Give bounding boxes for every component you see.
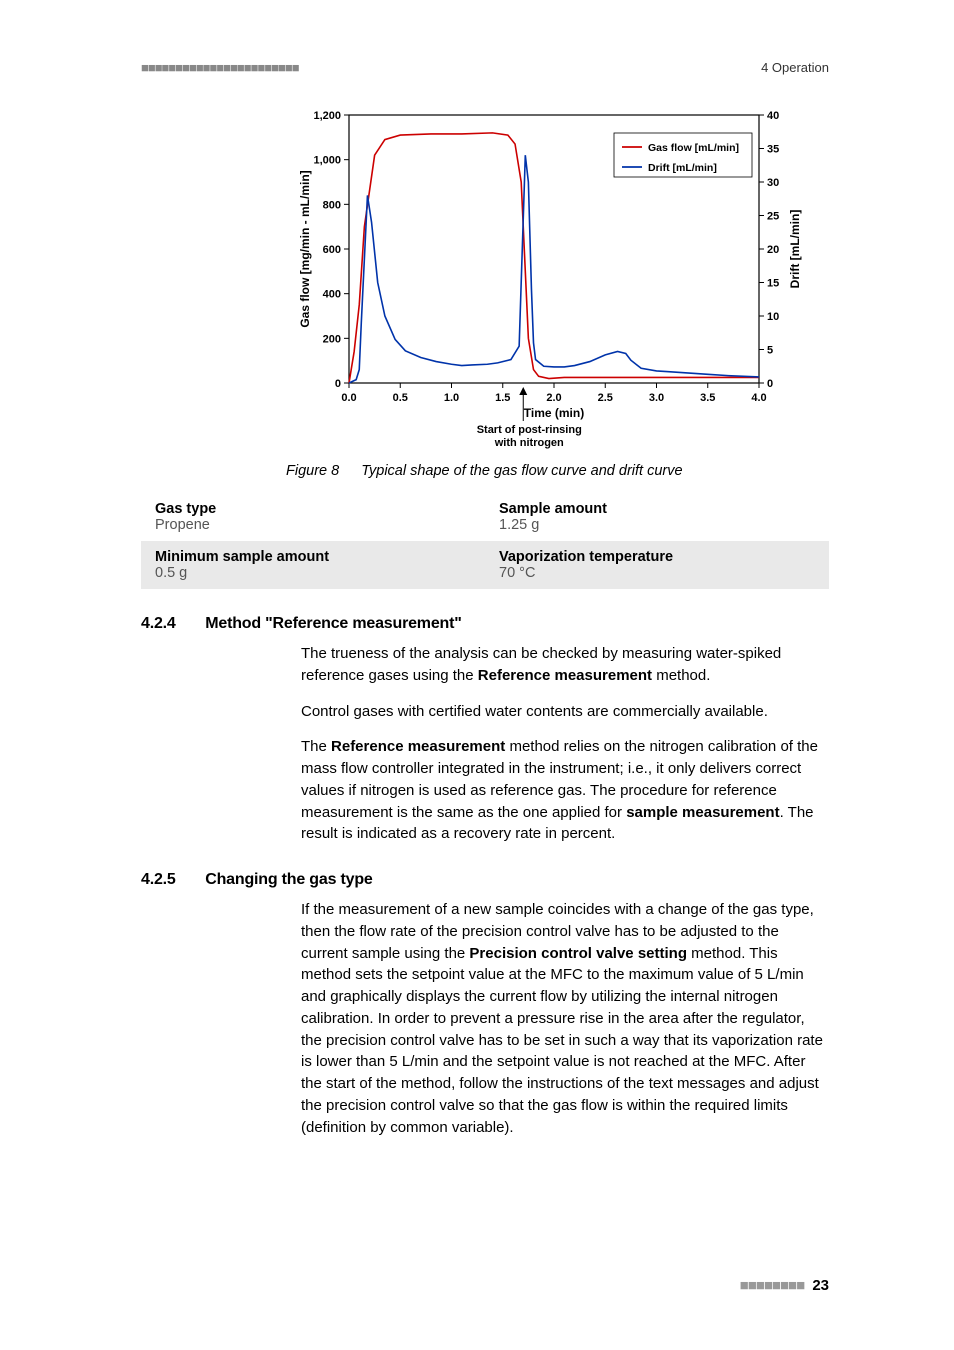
svg-text:3.5: 3.5: [700, 392, 715, 404]
section-424-num: 4.2.4: [141, 615, 201, 633]
svg-text:1,000: 1,000: [313, 155, 341, 167]
svg-text:5: 5: [767, 345, 773, 357]
s424-p2: Control gases with certified water conte…: [301, 701, 829, 723]
vap-temp-label: Vaporization temperature: [499, 549, 819, 565]
svg-text:20: 20: [767, 244, 779, 256]
figure-label: Figure 8: [286, 463, 339, 479]
svg-text:Start of post-rinsing: Start of post-rinsing: [477, 424, 582, 436]
section-label: 4 Operation: [761, 60, 829, 75]
svg-text:2.5: 2.5: [598, 392, 613, 404]
svg-text:400: 400: [323, 289, 341, 301]
section-425-heading: Changing the gas type: [205, 871, 372, 888]
page-header: ■■■■■■■■■■■■■■■■■■■■■■■ 4 Operation: [141, 60, 829, 75]
section-425-title: 4.2.5 Changing the gas type: [141, 871, 829, 889]
section-424-title: 4.2.4 Method "Reference measurement": [141, 615, 829, 633]
svg-text:1,200: 1,200: [313, 110, 341, 122]
svg-text:40: 40: [767, 110, 779, 122]
svg-text:0: 0: [767, 378, 773, 390]
header-dots: ■■■■■■■■■■■■■■■■■■■■■■■: [141, 60, 299, 75]
section-424-heading: Method "Reference measurement": [205, 615, 461, 632]
sample-amount-label: Sample amount: [499, 501, 819, 517]
s424-p3: The Reference measurement method relies …: [301, 736, 829, 845]
svg-text:10: 10: [767, 311, 779, 323]
svg-text:800: 800: [323, 199, 341, 211]
svg-text:Gas flow [mL/min]: Gas flow [mL/min]: [648, 142, 739, 154]
svg-text:1.0: 1.0: [444, 392, 459, 404]
s425-p1: If the measurement of a new sample coinc…: [301, 899, 829, 1138]
page-number: 23: [812, 1277, 829, 1294]
svg-text:200: 200: [323, 333, 341, 345]
sample-amount-cell: Sample amount 1.25 g: [485, 493, 829, 541]
section-425: 4.2.5 Changing the gas type If the measu…: [141, 871, 829, 1138]
svg-text:1.5: 1.5: [495, 392, 510, 404]
svg-text:3.0: 3.0: [649, 392, 664, 404]
svg-text:15: 15: [767, 278, 779, 290]
sample-amount-value: 1.25 g: [499, 517, 819, 533]
svg-text:2.0: 2.0: [546, 392, 561, 404]
page-footer: ■■■■■■■■ 23: [740, 1277, 829, 1294]
figure-caption: Figure 8 Typical shape of the gas flow c…: [286, 463, 829, 479]
svg-text:Drift [mL/min]: Drift [mL/min]: [788, 210, 802, 289]
min-sample-value: 0.5 g: [155, 565, 475, 581]
svg-text:with nitrogen: with nitrogen: [494, 437, 564, 449]
chart-figure: 0 200 400 600 800 1,000 1,200 0 5 10 15 20 25 30 35 40 0…: [291, 105, 829, 455]
svg-text:35: 35: [767, 144, 779, 156]
svg-text:4.0: 4.0: [751, 392, 766, 404]
svg-text:600: 600: [323, 244, 341, 256]
min-sample-cell: Minimum sample amount 0.5 g: [141, 541, 485, 589]
svg-text:0: 0: [335, 378, 341, 390]
s424-p1: The trueness of the analysis can be chec…: [301, 643, 829, 687]
section-424-body: The trueness of the analysis can be chec…: [301, 643, 829, 845]
svg-text:Gas flow [mg/min - mL/min]: Gas flow [mg/min - mL/min]: [298, 170, 312, 327]
section-425-num: 4.2.5: [141, 871, 201, 889]
gas-type-value: Propene: [155, 517, 475, 533]
vap-temp-value: 70 °C: [499, 565, 819, 581]
gas-type-label: Gas type: [155, 501, 475, 517]
section-424: 4.2.4 Method "Reference measurement" The…: [141, 615, 829, 845]
info-grid: Gas type Propene Sample amount 1.25 g Mi…: [141, 493, 829, 589]
chart-svg: 0 200 400 600 800 1,000 1,200 0 5 10 15 20 25 30 35 40 0…: [291, 105, 811, 455]
vap-temp-cell: Vaporization temperature 70 °C: [485, 541, 829, 589]
footer-dots: ■■■■■■■■: [740, 1277, 804, 1294]
min-sample-label: Minimum sample amount: [155, 549, 475, 565]
section-425-body: If the measurement of a new sample coinc…: [301, 899, 829, 1138]
svg-text:30: 30: [767, 177, 779, 189]
svg-text:Time (min): Time (min): [524, 406, 584, 420]
svg-text:0.5: 0.5: [393, 392, 408, 404]
figure-caption-text: Typical shape of the gas flow curve and …: [361, 463, 682, 479]
gas-type-cell: Gas type Propene: [141, 493, 485, 541]
svg-text:Drift [mL/min]: Drift [mL/min]: [648, 162, 717, 174]
svg-text:0.0: 0.0: [341, 392, 356, 404]
svg-text:25: 25: [767, 211, 779, 223]
